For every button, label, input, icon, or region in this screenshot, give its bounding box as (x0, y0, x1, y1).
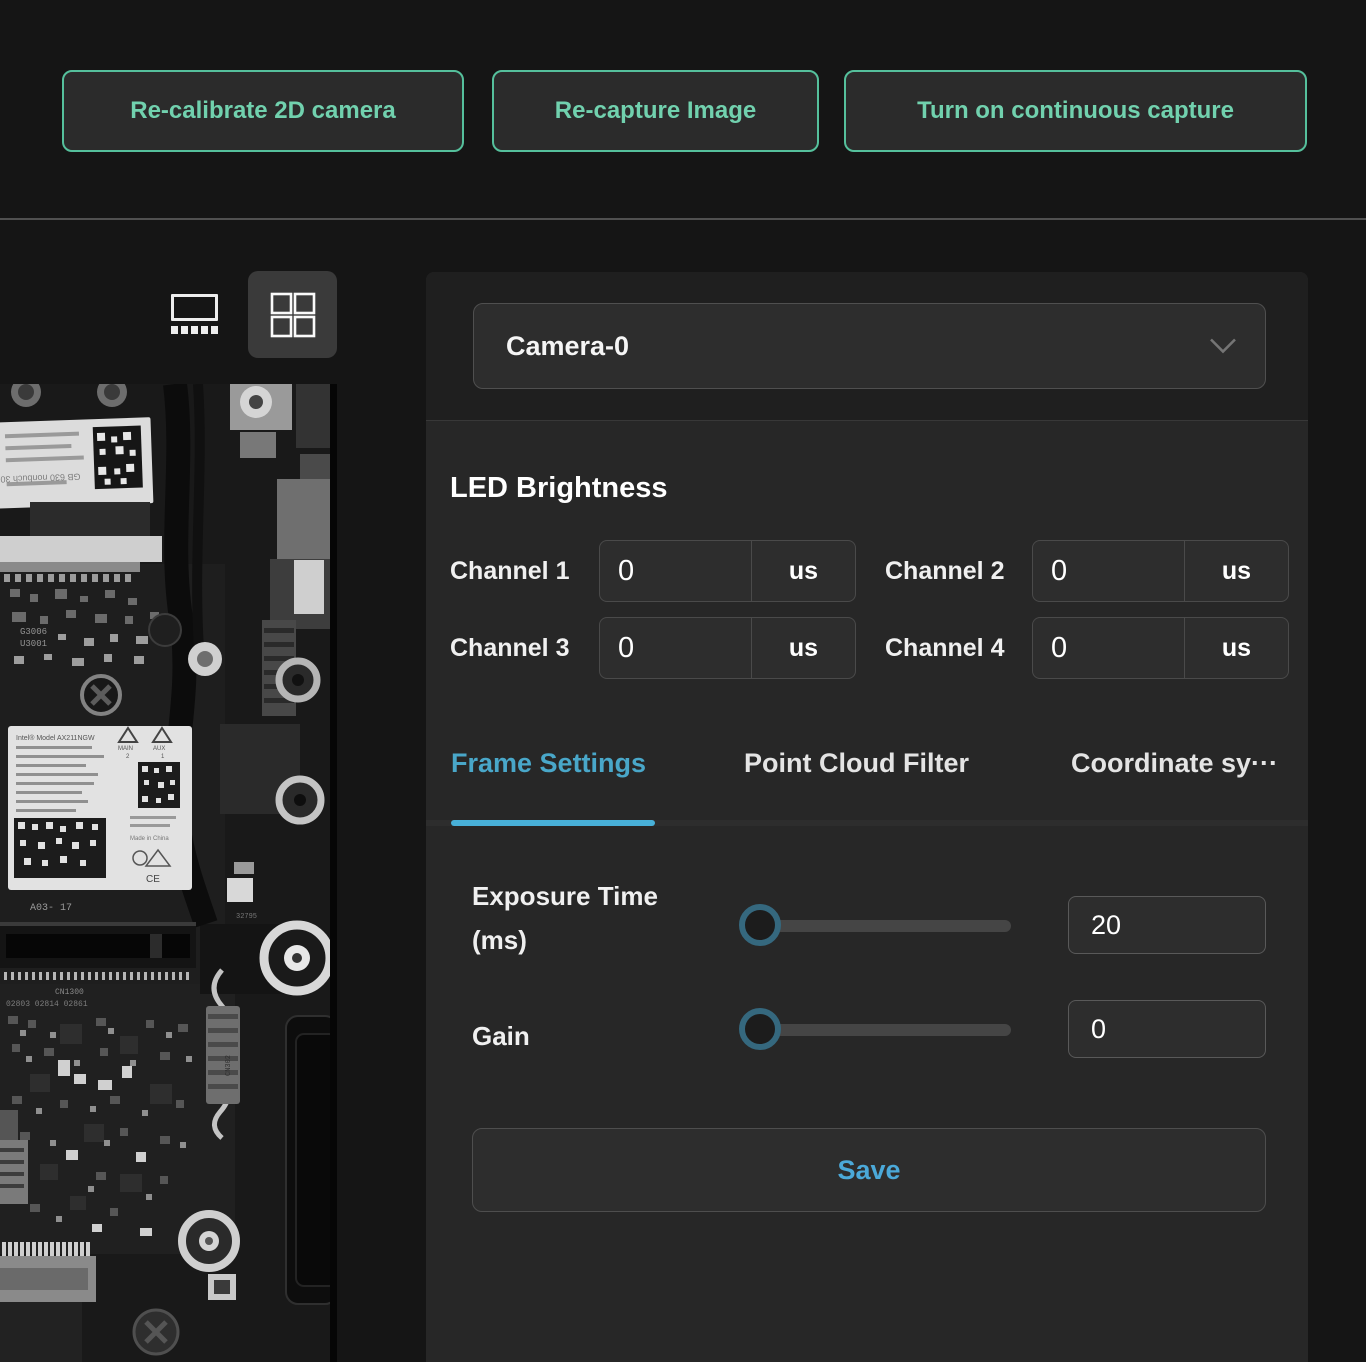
pcb-a03-text: A03- 17 (30, 903, 72, 914)
channel-3-unit: us (751, 618, 855, 678)
channel-2-input[interactable] (1033, 541, 1184, 601)
exposure-time-slider[interactable] (739, 904, 1039, 948)
gain-slider-track[interactable] (749, 1024, 1011, 1036)
channel-2-unit: us (1184, 541, 1288, 601)
pcb-refs-text: 02803 02814 02861 (6, 1000, 88, 1009)
camera-settings-panel: Camera-0 LED Brightness Channel 1 us Cha… (426, 272, 1308, 1362)
gain-value-box (1068, 1000, 1266, 1058)
exposure-slider-track[interactable] (749, 920, 1011, 932)
pcb-made-in-text: Made in China (130, 836, 169, 842)
pcb-aux-text: AUX (153, 746, 165, 752)
exposure-label-line1: Exposure Time (472, 874, 658, 918)
channel-4-input-group: us (1032, 617, 1289, 679)
channel-1-input-group: us (599, 540, 856, 602)
carousel-screen-shape (171, 294, 218, 321)
channel-1-input[interactable] (600, 541, 751, 601)
pcb-image: GB 630 nonbuch 30pin F (0, 384, 337, 1362)
channel-1-unit: us (751, 541, 855, 601)
channel-2-input-group: us (1032, 540, 1289, 602)
pcb-wifi-module-label: Intel® Model AX211NGW MAIN 2 AUX 1 (8, 726, 192, 890)
gain-slider-handle[interactable] (739, 1008, 781, 1050)
channel-4-label: Channel 4 (885, 617, 1004, 679)
pcb-cn1300-text: CN1300 (55, 988, 84, 997)
exposure-value-input[interactable] (1069, 897, 1265, 953)
camera-capture-image[interactable]: GB 630 nonbuch 30pin F (0, 384, 337, 1362)
channel-1-label: Channel 1 (450, 540, 569, 602)
exposure-value-box (1068, 896, 1266, 954)
recapture-image-button[interactable]: Re-capture Image (492, 70, 819, 152)
channel-4-unit: us (1184, 618, 1288, 678)
exposure-label-line2: (ms) (472, 918, 658, 962)
toolbar-divider (0, 218, 1366, 220)
channel-3-label: Channel 3 (450, 617, 569, 679)
channel-2-label: Channel 2 (885, 540, 1004, 602)
continuous-capture-button[interactable]: Turn on continuous capture (844, 70, 1307, 152)
pcb-ref-u3001: U3001 (20, 639, 47, 649)
grid-view-button[interactable] (248, 271, 337, 358)
channel-3-input[interactable] (600, 618, 751, 678)
carousel-dots-shape (171, 326, 218, 334)
app-window: Re-calibrate 2D camera Re-capture Image … (0, 0, 1366, 1362)
recalibrate-2d-camera-button[interactable]: Re-calibrate 2D camera (62, 70, 464, 152)
pcb-32795-text: 32795 (236, 913, 257, 921)
pcb-sticker-label: GB 630 nonbuch 30pin F (0, 417, 153, 509)
carousel-view-icon[interactable] (171, 294, 218, 340)
grid-view-icon (270, 292, 316, 338)
gain-slider[interactable] (739, 1008, 1039, 1052)
exposure-time-label: Exposure Time (ms) (472, 874, 658, 962)
pcb-cn302-text: CN302 (225, 1055, 233, 1076)
pcb-ce-mark: CE (146, 874, 160, 885)
pcb-ref-g3006: G3006 (20, 627, 47, 637)
tab-coordinate-system[interactable]: Coordinate sy··· (1071, 748, 1278, 779)
chevron-down-icon (1209, 338, 1237, 355)
camera-select[interactable]: Camera-0 (473, 303, 1266, 389)
save-button[interactable]: Save (472, 1128, 1266, 1212)
gain-label: Gain (472, 1014, 530, 1058)
channel-3-input-group: us (599, 617, 856, 679)
camera-select-section: Camera-0 (426, 272, 1308, 421)
led-brightness-title: LED Brightness (450, 472, 668, 505)
pcb-wifi-model-text: Intel® Model AX211NGW (16, 734, 95, 742)
tab-frame-settings[interactable]: Frame Settings (451, 748, 646, 779)
channel-4-input[interactable] (1033, 618, 1184, 678)
exposure-slider-handle[interactable] (739, 904, 781, 946)
pcb-main-text: MAIN (118, 746, 133, 752)
gain-value-input[interactable] (1069, 1001, 1265, 1057)
active-tab-indicator (451, 820, 655, 826)
tab-point-cloud-filter[interactable]: Point Cloud Filter (744, 748, 969, 779)
camera-select-value: Camera-0 (506, 331, 629, 362)
